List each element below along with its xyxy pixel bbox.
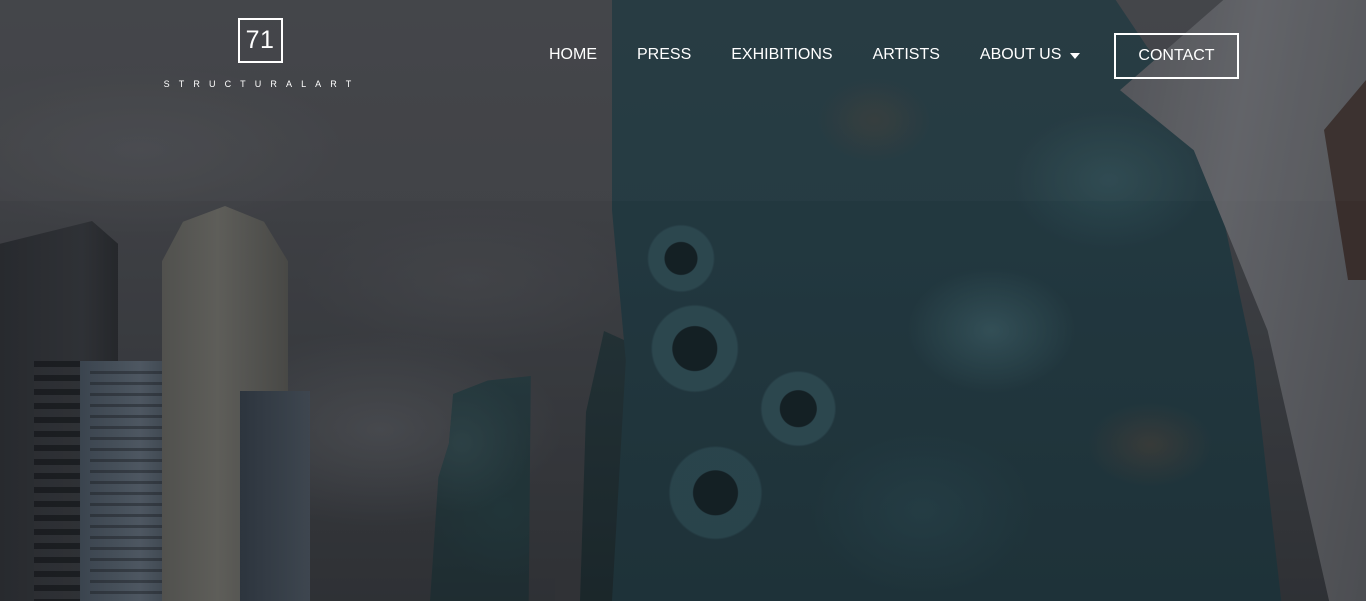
hero-section: 71 STRUCTURALART HOME PRESS EXHIBITIONS … xyxy=(0,0,1366,601)
site-header: 71 STRUCTURALART HOME PRESS EXHIBITIONS … xyxy=(0,0,1366,110)
contact-label: CONTACT xyxy=(1138,47,1215,64)
nav-item-about-us[interactable]: ABOUT US xyxy=(980,44,1081,66)
nav-item-exhibitions[interactable]: EXHIBITIONS xyxy=(731,44,832,66)
nav-label: HOME xyxy=(549,46,597,63)
nav-label: ARTISTS xyxy=(872,46,940,63)
logo-wordmark: STRUCTURALART xyxy=(163,79,361,89)
logo-mark: 71 xyxy=(237,18,283,63)
nav-label: PRESS xyxy=(637,46,692,63)
main-nav: HOME PRESS EXHIBITIONS ARTISTS ABOUT US xyxy=(549,44,1081,66)
nav-label: ABOUT US xyxy=(979,46,1062,63)
site-logo[interactable]: 71 STRUCTURALART xyxy=(130,18,390,89)
caret-down-icon[interactable] xyxy=(1070,53,1081,59)
nav-item-artists[interactable]: ARTISTS xyxy=(873,44,940,66)
contact-button[interactable]: CONTACT xyxy=(1114,33,1239,79)
nav-item-press[interactable]: PRESS xyxy=(637,44,691,66)
nav-label: EXHIBITIONS xyxy=(731,46,833,63)
logo-number: 71 xyxy=(245,26,275,54)
nav-item-home[interactable]: HOME xyxy=(549,44,597,66)
